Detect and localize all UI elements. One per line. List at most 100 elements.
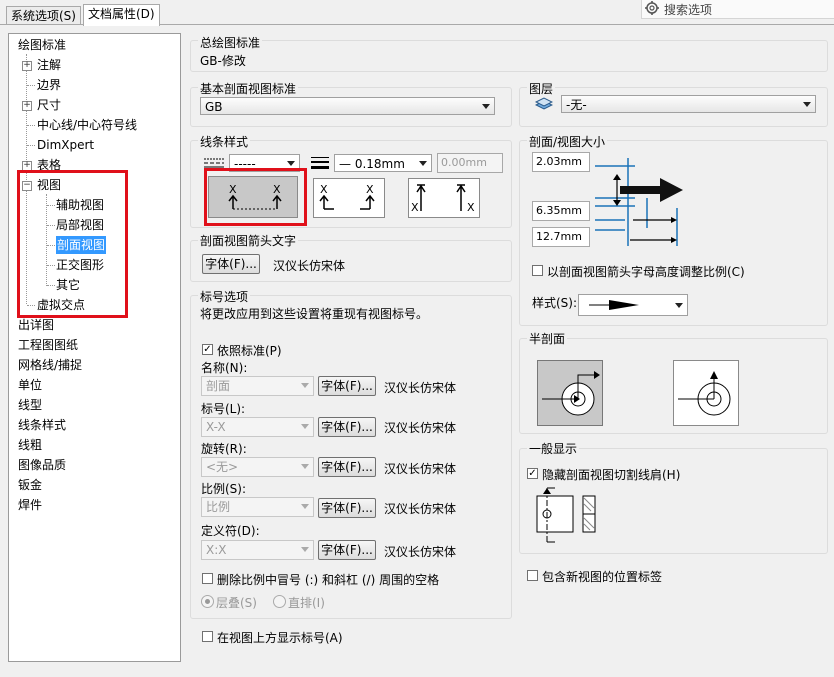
include-location-labels-checkbox[interactable]	[527, 570, 538, 581]
scale-font-name: 汉仪长仿宋体	[384, 502, 457, 516]
arrow-text-label: 剖面视图箭头文字	[198, 232, 299, 249]
tree-item-detailing[interactable]: 出详图	[18, 316, 54, 334]
expand-icon[interactable]: +	[22, 61, 32, 71]
line-weight-select[interactable]: — 0.18mm	[334, 154, 432, 172]
half-section-1-icon	[542, 371, 600, 416]
rotation-select[interactable]: <无>	[201, 457, 314, 477]
tree-item-line-font[interactable]: 线型	[18, 396, 42, 414]
delimiter-select[interactable]: X:X	[201, 540, 314, 560]
svg-text:X: X	[467, 201, 475, 214]
label-font-button[interactable]: 字体(F)...	[318, 417, 376, 437]
tree-item-line-style[interactable]: 线条样式	[18, 416, 66, 434]
delete-spaces-label: 删除比例中冒号 (:) 和斜杠 (/) 周围的空格	[217, 573, 440, 587]
hide-cutting-line-shoulders-checkbox[interactable]: ✓	[527, 468, 538, 479]
tree-item-line-thickness[interactable]: 线粗	[18, 436, 42, 454]
tree-line	[27, 85, 35, 86]
radio-dot	[205, 599, 210, 604]
name-font-name: 汉仪长仿宋体	[384, 381, 457, 395]
custom-thickness-input[interactable]: 0.00mm	[437, 153, 503, 173]
chevron-down-icon	[301, 464, 309, 469]
scale-select[interactable]: 比例	[201, 497, 314, 517]
per-standard-checkbox[interactable]: ✓	[202, 344, 213, 355]
arrow-overall-input[interactable]: 12.7mm	[532, 227, 590, 247]
tree-item-annotations[interactable]: 注解	[37, 56, 61, 74]
arrow-style-label: 样式(S):	[532, 296, 578, 310]
svg-text:X: X	[411, 201, 419, 214]
half-section-option-1-button[interactable]	[537, 360, 603, 426]
straight-label: 直排(I)	[288, 596, 325, 610]
name-font-button[interactable]: 字体(F)...	[318, 376, 376, 396]
stacked-radio[interactable]	[201, 595, 214, 608]
rotation-font-button[interactable]: 字体(F)...	[318, 457, 376, 477]
label-label: 标号(L):	[201, 402, 246, 416]
half-section-option-2-button[interactable]	[673, 360, 739, 426]
tree-item-image-quality[interactable]: 图像品质	[18, 456, 66, 474]
layer-select[interactable]: -无-	[561, 95, 816, 113]
delete-spaces-checkbox[interactable]	[202, 573, 213, 584]
label-select[interactable]: X-X	[201, 417, 314, 437]
line-weight-value: — 0.18mm	[339, 157, 405, 171]
highlight-box	[17, 170, 128, 318]
arrow-text-font-button[interactable]: 字体(F)...	[202, 254, 260, 274]
tab-document-properties[interactable]: 文档属性(D)	[83, 4, 160, 26]
chevron-down-icon	[675, 303, 683, 308]
options-tree: 绘图标准 + 注解 边界 + 尺寸 中心线/中心符号线 DimXpert + 表…	[8, 33, 181, 662]
scale-font-button[interactable]: 字体(F)...	[318, 498, 376, 518]
svg-text:X: X	[320, 183, 328, 196]
delimiter-font-name: 汉仪长仿宋体	[384, 545, 457, 559]
arrow-length-input[interactable]: 6.35mm	[532, 201, 590, 221]
base-standard-value: GB	[205, 100, 223, 114]
tree-item-borders[interactable]: 边界	[37, 76, 61, 94]
arrow-height-input[interactable]: 2.03mm	[532, 152, 590, 172]
expand-icon[interactable]: +	[22, 101, 32, 111]
name-select[interactable]: 剖面	[201, 376, 314, 396]
hide-cutting-line-shoulders-label: 隐藏剖面视图切割线肩(H)	[542, 468, 681, 482]
tree-item-dimxpert[interactable]: DimXpert	[37, 136, 94, 154]
tree-line	[27, 145, 35, 146]
layer-label: 图层	[527, 80, 556, 97]
arrow-style-3-button[interactable]: XX	[408, 178, 480, 218]
tab-system-options[interactable]: 系统选项(S)	[6, 6, 81, 25]
tree-item-dimensions[interactable]: 尺寸	[37, 96, 61, 114]
svg-text:X: X	[366, 183, 374, 196]
scale-value: 比例	[206, 500, 231, 514]
tree-item-sheet-metal[interactable]: 钣金	[18, 476, 42, 494]
base-standard-select[interactable]: GB	[200, 97, 495, 115]
delimiter-value: X:X	[206, 543, 227, 557]
tree-item-drafting-standard[interactable]: 绘图标准	[18, 36, 66, 54]
tree-item-grid-snap[interactable]: 网格线/捕捉	[18, 356, 82, 374]
base-standard-label: 基本剖面视图标准	[198, 80, 299, 97]
arrow-style-2-button[interactable]: XX	[313, 178, 385, 218]
scale-with-letter-height-checkbox[interactable]	[532, 265, 543, 276]
tree-item-units[interactable]: 单位	[18, 376, 42, 394]
scale-label: 比例(S):	[201, 482, 247, 496]
tree-item-drawing-sheets[interactable]: 工程图图纸	[18, 336, 78, 354]
search-label: 搜索选项	[664, 3, 713, 17]
chevron-down-icon	[301, 504, 309, 509]
half-section-label: 半剖面	[527, 330, 568, 347]
overall-standard-label: 总绘图标准	[198, 34, 263, 51]
straight-radio[interactable]	[273, 595, 286, 608]
section-arrow-style-2-icon: XX	[319, 183, 375, 210]
label-font-name: 汉仪长仿宋体	[384, 421, 457, 435]
half-section-2-icon	[678, 371, 731, 416]
delimiter-label: 定义符(D):	[201, 524, 260, 538]
gear-icon	[645, 1, 659, 15]
general-display-label: 一般显示	[527, 440, 580, 457]
tree-item-weldments[interactable]: 焊件	[18, 496, 42, 514]
section-size-label: 剖面/视图大小	[527, 133, 608, 150]
delimiter-font-button[interactable]: 字体(F)...	[318, 540, 376, 560]
layers-icon	[535, 97, 553, 110]
tree-item-centerlines[interactable]: 中心线/中心符号线	[37, 116, 137, 134]
highlight-box	[204, 168, 307, 226]
arrow-style-select[interactable]	[578, 294, 688, 316]
search-box[interactable]: 搜索选项	[641, 0, 834, 19]
rotation-font-name: 汉仪长仿宋体	[384, 462, 457, 476]
chevron-down-icon	[301, 547, 309, 552]
name-value: 剖面	[206, 379, 231, 393]
filled-arrow-icon	[589, 300, 639, 310]
show-label-above-checkbox[interactable]	[202, 631, 213, 642]
name-label: 名称(N):	[201, 361, 248, 375]
line-style-label: 线条样式	[198, 133, 251, 150]
chevron-down-icon	[482, 104, 490, 109]
